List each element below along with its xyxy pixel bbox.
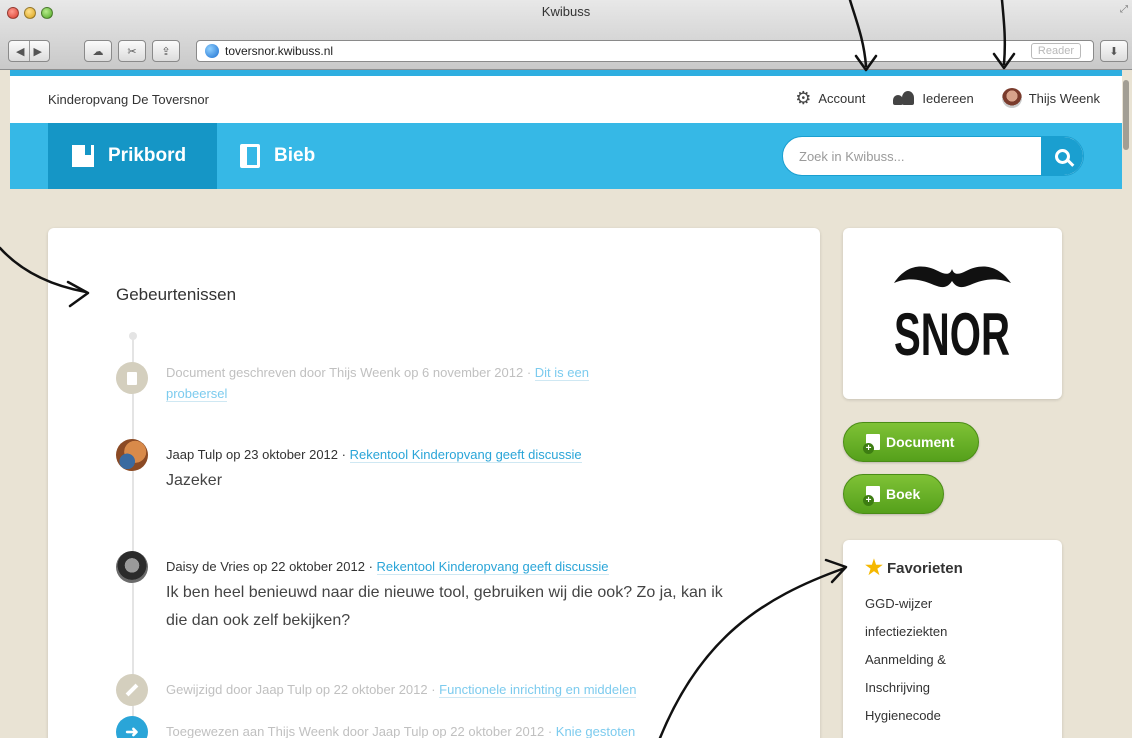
search-icon	[1054, 148, 1070, 164]
gear-icon: ⚙	[795, 88, 812, 108]
events-card: Gebeurtenissen Document geschreven door …	[48, 228, 820, 738]
window-title: Kwibuss	[541, 4, 591, 19]
add-document-button[interactable]: Document	[843, 422, 979, 462]
back-icon[interactable]: ◀	[16, 45, 24, 58]
address-bar[interactable]: toversnor.kwibuss.nl Reader	[196, 40, 1094, 62]
forward-icon[interactable]: ▶	[34, 45, 42, 58]
avatar[interactable]	[116, 439, 148, 471]
event-meta: Jaap Tulp op 23 oktober 2012 ·	[166, 447, 350, 462]
cloud-icon: ☁	[92, 45, 104, 58]
event-link[interactable]: Rekentool Kinderopvang geeft discussie	[376, 559, 609, 575]
organization-name[interactable]: Kinderopvang De Toversnor	[48, 92, 209, 107]
tab-prikbord-label: Prikbord	[108, 145, 187, 166]
scrollbar[interactable]	[1123, 80, 1129, 150]
logo-card: SNOR	[843, 228, 1062, 399]
snor-logo: SNOR	[894, 266, 1011, 361]
site-top-bar: Kinderopvang De Toversnor ⚙ Account Iede…	[10, 76, 1122, 123]
search-button[interactable]	[1041, 137, 1083, 175]
profile-link[interactable]: Thijs Weenk	[1001, 88, 1100, 108]
search-box	[782, 136, 1084, 176]
url-text: toversnor.kwibuss.nl	[225, 44, 334, 58]
icloud-tabs-button[interactable]: ☁	[84, 40, 112, 62]
share-button[interactable]: ⇪	[152, 40, 180, 62]
avatar	[1001, 88, 1022, 108]
search-input[interactable]	[783, 137, 1041, 175]
people-icon	[893, 91, 915, 105]
add-document-icon	[863, 434, 880, 454]
event-link[interactable]: Functionele inrichting en middelen	[439, 682, 637, 698]
reader-button[interactable]: Reader	[1030, 43, 1081, 59]
pencil-icon	[116, 674, 148, 706]
tab-bieb[interactable]: Bieb	[216, 123, 339, 189]
user-nav: ⚙ Account Iedereen Thijs Weenk	[795, 88, 1100, 108]
list-item: Document geschreven door Thijs Weenk op …	[116, 362, 716, 404]
list-item: Gewijzigd door Jaap Tulp op 22 oktober 2…	[116, 674, 716, 706]
user-name: Thijs Weenk	[1028, 90, 1100, 106]
star-icon: ★	[865, 557, 883, 579]
scissors-icon: ✂	[127, 45, 137, 58]
page-title: Gebeurtenissen	[116, 285, 237, 304]
event-meta: Gewijzigd door Jaap Tulp op 22 oktober 2…	[166, 682, 440, 697]
list-item: Jaap Tulp op 23 oktober 2012 · Rekentool…	[116, 439, 716, 495]
tab-bieb-label: Bieb	[274, 145, 316, 166]
favorite-item[interactable]: infectieziekten	[865, 618, 1045, 646]
event-message: Jazeker	[166, 472, 223, 489]
tab-prikbord[interactable]: Prikbord	[48, 123, 217, 189]
event-meta: Daisy de Vries op 22 oktober 2012 ·	[166, 559, 377, 574]
add-document-label: Document	[886, 434, 955, 450]
favorite-item[interactable]: GGD-wijzer	[865, 590, 1045, 618]
account-link[interactable]: ⚙ Account	[795, 89, 865, 107]
book-icon	[240, 144, 260, 168]
favorite-item[interactable]: Hygienecode	[865, 702, 1045, 730]
add-book-button[interactable]: Boek	[843, 474, 944, 514]
event-meta: Toegewezen aan Thijs Weenk door Jaap Tul…	[166, 724, 556, 738]
document-icon	[116, 362, 148, 394]
bookmark-icon	[72, 145, 94, 167]
list-item: ➜ Toegewezen aan Thijs Weenk door Jaap T…	[116, 716, 716, 738]
favorite-item[interactable]: Inschrijving	[865, 674, 1045, 702]
event-link[interactable]: Knie gestoten	[555, 724, 636, 738]
arrow-right-icon: ➜	[116, 716, 148, 738]
favorites-list: GGD-wijzer infectieziekten Aanmelding & …	[865, 590, 1045, 730]
add-book-icon	[863, 486, 880, 506]
fullscreen-icon[interactable]: ⤢	[1120, 4, 1128, 15]
event-link[interactable]: Rekentool Kinderopvang geeft discussie	[349, 447, 582, 463]
everyone-link[interactable]: Iedereen	[893, 90, 974, 106]
downloads-button[interactable]: ⬇	[1100, 40, 1128, 62]
account-label: Account	[818, 90, 866, 106]
list-item: Daisy de Vries op 22 oktober 2012 · Reke…	[116, 551, 723, 635]
favorite-item[interactable]: Aanmelding &	[865, 646, 1045, 674]
event-meta: Document geschreven door Thijs Weenk op …	[166, 365, 535, 380]
favorites-title: Favorieten	[886, 559, 963, 577]
favorites-heading: ★ Favorieten	[865, 558, 963, 578]
back-forward-buttons: ◀ ▶	[8, 40, 50, 62]
everyone-label: Iedereen	[922, 90, 974, 106]
globe-icon	[205, 44, 219, 58]
download-icon: ⬇	[1109, 45, 1119, 58]
logo-text: SNOR	[894, 301, 1010, 361]
bookmarks-button[interactable]: ✂	[118, 40, 146, 62]
main-nav: Prikbord Bieb	[10, 123, 1122, 189]
browser-toolbar: Kwibuss ⤢ ◀ ▶ ☁ ✂ ⇪ toversnor.kwibuss.nl…	[0, 0, 1132, 70]
event-message: Ik ben heel benieuwd naar die nieuwe too…	[166, 584, 723, 629]
share-icon: ⇪	[161, 45, 171, 58]
favorites-card: ★ Favorieten GGD-wijzer infectieziekten …	[843, 540, 1062, 738]
add-book-label: Boek	[886, 486, 921, 502]
avatar[interactable]	[116, 551, 148, 583]
